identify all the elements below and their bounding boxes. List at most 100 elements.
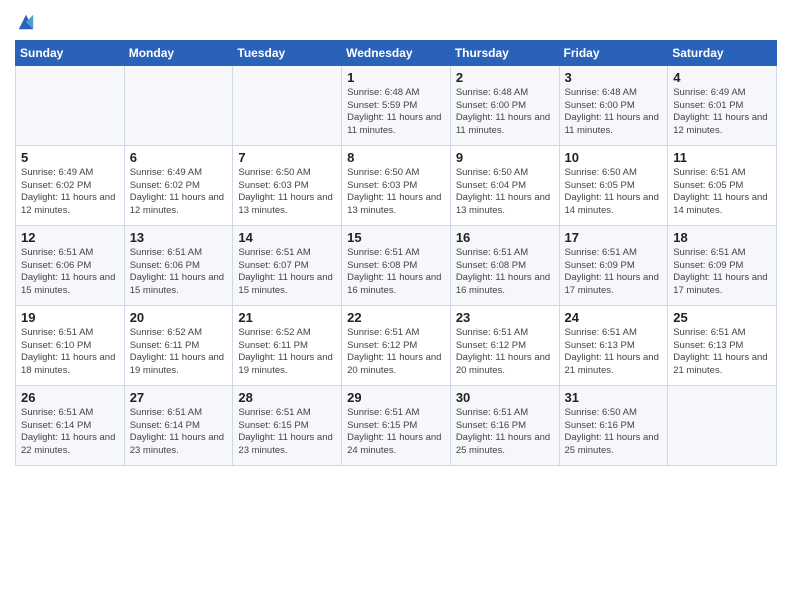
week-row-1: 1 Sunrise: 6:48 AM Sunset: 5:59 PM Daylig… xyxy=(16,65,777,145)
header-day-wednesday: Wednesday xyxy=(342,40,451,65)
day-info: Sunrise: 6:51 AM Sunset: 6:15 PM Dayligh… xyxy=(347,407,446,458)
header-row: SundayMondayTuesdayWednesdayThursdayFrid… xyxy=(16,40,777,65)
logo-icon xyxy=(17,13,35,31)
day-number: 28 xyxy=(238,390,337,405)
day-info: Sunrise: 6:51 AM Sunset: 6:12 PM Dayligh… xyxy=(347,327,446,378)
calendar-cell: 27 Sunrise: 6:51 AM Sunset: 6:14 PM Dayli… xyxy=(124,385,233,465)
day-info: Sunrise: 6:51 AM Sunset: 6:14 PM Dayligh… xyxy=(21,407,120,458)
day-info: Sunrise: 6:51 AM Sunset: 6:13 PM Dayligh… xyxy=(565,327,664,378)
day-info: Sunrise: 6:49 AM Sunset: 6:02 PM Dayligh… xyxy=(130,167,229,218)
calendar-cell: 8Sunrise: 6:50 AM Sunset: 6:03 PM Daylig… xyxy=(342,145,451,225)
header-day-friday: Friday xyxy=(559,40,668,65)
day-number: 2 xyxy=(456,70,555,85)
day-number: 26 xyxy=(21,390,120,405)
calendar-cell: 12 Sunrise: 6:51 AM Sunset: 6:06 PM Dayli… xyxy=(16,225,125,305)
day-number: 18 xyxy=(673,230,772,245)
day-info: Sunrise: 6:51 AM Sunset: 6:14 PM Dayligh… xyxy=(130,407,229,458)
day-info: Sunrise: 6:52 AM Sunset: 6:11 PM Dayligh… xyxy=(130,327,229,378)
day-info: Sunrise: 6:50 AM Sunset: 6:03 PM Dayligh… xyxy=(347,167,446,218)
day-number: 13 xyxy=(130,230,229,245)
day-number: 5 xyxy=(21,150,120,165)
day-number: 11 xyxy=(673,150,772,165)
header-day-saturday: Saturday xyxy=(668,40,777,65)
calendar-cell: 13Sunrise: 6:51 AM Sunset: 6:06 PM Dayli… xyxy=(124,225,233,305)
day-number: 16 xyxy=(456,230,555,245)
week-row-5: 26 Sunrise: 6:51 AM Sunset: 6:14 PM Dayli… xyxy=(16,385,777,465)
calendar-cell: 11 Sunrise: 6:51 AM Sunset: 6:05 PM Dayli… xyxy=(668,145,777,225)
day-info: Sunrise: 6:51 AM Sunset: 6:07 PM Dayligh… xyxy=(238,247,337,298)
calendar-cell: 26 Sunrise: 6:51 AM Sunset: 6:14 PM Dayli… xyxy=(16,385,125,465)
day-number: 7 xyxy=(238,150,337,165)
day-info: Sunrise: 6:51 AM Sunset: 6:15 PM Dayligh… xyxy=(238,407,337,458)
day-number: 12 xyxy=(21,230,120,245)
calendar-cell: 5 Sunrise: 6:49 AM Sunset: 6:02 PM Daylig… xyxy=(16,145,125,225)
calendar-cell: 31 Sunrise: 6:50 AM Sunset: 6:16 PM Dayli… xyxy=(559,385,668,465)
day-info: Sunrise: 6:49 AM Sunset: 6:01 PM Dayligh… xyxy=(673,87,772,138)
day-number: 31 xyxy=(565,390,664,405)
day-number: 23 xyxy=(456,310,555,325)
calendar-cell: 16 Sunrise: 6:51 AM Sunset: 6:08 PM Dayli… xyxy=(450,225,559,305)
day-info: Sunrise: 6:51 AM Sunset: 6:13 PM Dayligh… xyxy=(673,327,772,378)
calendar-cell: 25Sunrise: 6:51 AM Sunset: 6:13 PM Dayli… xyxy=(668,305,777,385)
day-number: 27 xyxy=(130,390,229,405)
week-row-2: 5 Sunrise: 6:49 AM Sunset: 6:02 PM Daylig… xyxy=(16,145,777,225)
day-number: 20 xyxy=(130,310,229,325)
day-number: 9 xyxy=(456,150,555,165)
day-info: Sunrise: 6:48 AM Sunset: 6:00 PM Dayligh… xyxy=(565,87,664,138)
day-info: Sunrise: 6:52 AM Sunset: 6:11 PM Dayligh… xyxy=(238,327,337,378)
page-header xyxy=(15,10,777,34)
day-info: Sunrise: 6:51 AM Sunset: 6:09 PM Dayligh… xyxy=(673,247,772,298)
day-number: 4 xyxy=(673,70,772,85)
calendar-cell: 15 Sunrise: 6:51 AM Sunset: 6:08 PM Dayli… xyxy=(342,225,451,305)
calendar-cell: 19 Sunrise: 6:51 AM Sunset: 6:10 PM Dayli… xyxy=(16,305,125,385)
calendar-cell: 3 Sunrise: 6:48 AM Sunset: 6:00 PM Daylig… xyxy=(559,65,668,145)
calendar-cell: 14 Sunrise: 6:51 AM Sunset: 6:07 PM Dayli… xyxy=(233,225,342,305)
week-row-3: 12 Sunrise: 6:51 AM Sunset: 6:06 PM Dayli… xyxy=(16,225,777,305)
day-info: Sunrise: 6:50 AM Sunset: 6:03 PM Dayligh… xyxy=(238,167,337,218)
calendar-cell: 20 Sunrise: 6:52 AM Sunset: 6:11 PM Dayli… xyxy=(124,305,233,385)
calendar-table: SundayMondayTuesdayWednesdayThursdayFrid… xyxy=(15,40,777,466)
day-number: 3 xyxy=(565,70,664,85)
header-day-monday: Monday xyxy=(124,40,233,65)
day-number: 19 xyxy=(21,310,120,325)
day-info: Sunrise: 6:48 AM Sunset: 5:59 PM Dayligh… xyxy=(347,87,446,138)
header-day-sunday: Sunday xyxy=(16,40,125,65)
day-number: 17 xyxy=(565,230,664,245)
day-number: 21 xyxy=(238,310,337,325)
day-number: 15 xyxy=(347,230,446,245)
day-info: Sunrise: 6:51 AM Sunset: 6:08 PM Dayligh… xyxy=(347,247,446,298)
calendar-cell: 9Sunrise: 6:50 AM Sunset: 6:04 PM Daylig… xyxy=(450,145,559,225)
day-number: 29 xyxy=(347,390,446,405)
calendar-header: SundayMondayTuesdayWednesdayThursdayFrid… xyxy=(16,40,777,65)
day-info: Sunrise: 6:51 AM Sunset: 6:05 PM Dayligh… xyxy=(673,167,772,218)
day-info: Sunrise: 6:51 AM Sunset: 6:08 PM Dayligh… xyxy=(456,247,555,298)
calendar-cell xyxy=(233,65,342,145)
calendar-cell: 23Sunrise: 6:51 AM Sunset: 6:12 PM Dayli… xyxy=(450,305,559,385)
day-info: Sunrise: 6:51 AM Sunset: 6:06 PM Dayligh… xyxy=(21,247,120,298)
day-number: 10 xyxy=(565,150,664,165)
calendar-cell: 6Sunrise: 6:49 AM Sunset: 6:02 PM Daylig… xyxy=(124,145,233,225)
day-number: 1 xyxy=(347,70,446,85)
calendar-cell: 22Sunrise: 6:51 AM Sunset: 6:12 PM Dayli… xyxy=(342,305,451,385)
day-info: Sunrise: 6:50 AM Sunset: 6:16 PM Dayligh… xyxy=(565,407,664,458)
calendar-cell: 21 Sunrise: 6:52 AM Sunset: 6:11 PM Dayli… xyxy=(233,305,342,385)
calendar-cell: 10Sunrise: 6:50 AM Sunset: 6:05 PM Dayli… xyxy=(559,145,668,225)
calendar-cell: 18 Sunrise: 6:51 AM Sunset: 6:09 PM Dayli… xyxy=(668,225,777,305)
calendar-cell: 29 Sunrise: 6:51 AM Sunset: 6:15 PM Dayli… xyxy=(342,385,451,465)
day-number: 24 xyxy=(565,310,664,325)
day-info: Sunrise: 6:51 AM Sunset: 6:10 PM Dayligh… xyxy=(21,327,120,378)
day-info: Sunrise: 6:48 AM Sunset: 6:00 PM Dayligh… xyxy=(456,87,555,138)
day-number: 14 xyxy=(238,230,337,245)
logo xyxy=(15,14,35,34)
calendar-cell: 7 Sunrise: 6:50 AM Sunset: 6:03 PM Daylig… xyxy=(233,145,342,225)
calendar-cell xyxy=(124,65,233,145)
calendar-cell: 2 Sunrise: 6:48 AM Sunset: 6:00 PM Daylig… xyxy=(450,65,559,145)
calendar-cell: 24 Sunrise: 6:51 AM Sunset: 6:13 PM Dayli… xyxy=(559,305,668,385)
day-info: Sunrise: 6:51 AM Sunset: 6:09 PM Dayligh… xyxy=(565,247,664,298)
calendar-cell: 30Sunrise: 6:51 AM Sunset: 6:16 PM Dayli… xyxy=(450,385,559,465)
day-info: Sunrise: 6:49 AM Sunset: 6:02 PM Dayligh… xyxy=(21,167,120,218)
header-day-tuesday: Tuesday xyxy=(233,40,342,65)
header-day-thursday: Thursday xyxy=(450,40,559,65)
calendar-cell xyxy=(16,65,125,145)
calendar-body: 1 Sunrise: 6:48 AM Sunset: 5:59 PM Daylig… xyxy=(16,65,777,465)
